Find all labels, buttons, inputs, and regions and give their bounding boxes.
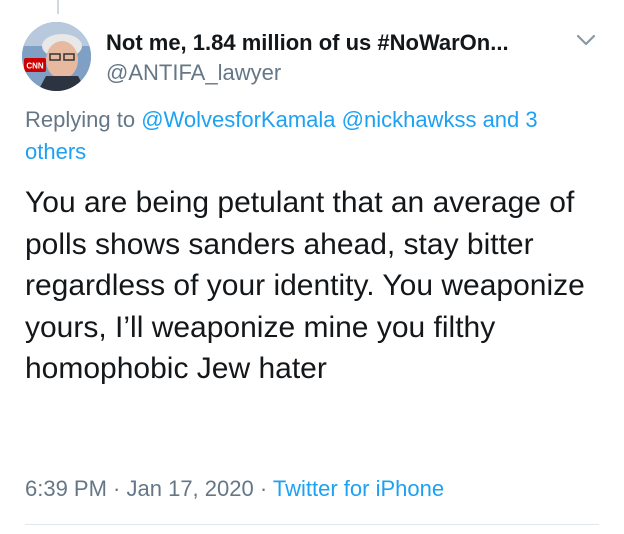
tweet-date[interactable]: Jan 17, 2020	[127, 476, 254, 501]
replying-to: Replying to @WolvesforKamala @nickhawkss…	[25, 104, 595, 168]
tweet-meta: 6:39 PM · Jan 17, 2020 · Twitter for iPh…	[25, 476, 444, 502]
avatar-image: CNN	[22, 22, 91, 91]
avatar-badge: CNN	[26, 62, 44, 71]
user-handle[interactable]: @ANTIFA_lawyer	[106, 60, 281, 86]
meta-separator: ·	[106, 476, 127, 501]
chevron-down-icon[interactable]	[574, 30, 598, 50]
tweet-time[interactable]: 6:39 PM	[25, 476, 107, 501]
display-name[interactable]: Not me, 1.84 million of us #NoWarOn...	[106, 30, 509, 56]
thread-connector-line	[57, 0, 59, 14]
replying-to-mentions[interactable]: @WolvesforKamala @nickhawkss	[141, 107, 476, 132]
meta-separator: ·	[253, 476, 273, 501]
divider	[25, 524, 599, 525]
tweet-text: You are being petulant that an average o…	[25, 186, 585, 385]
avatar[interactable]: CNN	[22, 22, 91, 91]
replying-to-prefix: Replying to	[25, 107, 142, 132]
tweet-source-link[interactable]: Twitter for iPhone	[273, 476, 444, 501]
